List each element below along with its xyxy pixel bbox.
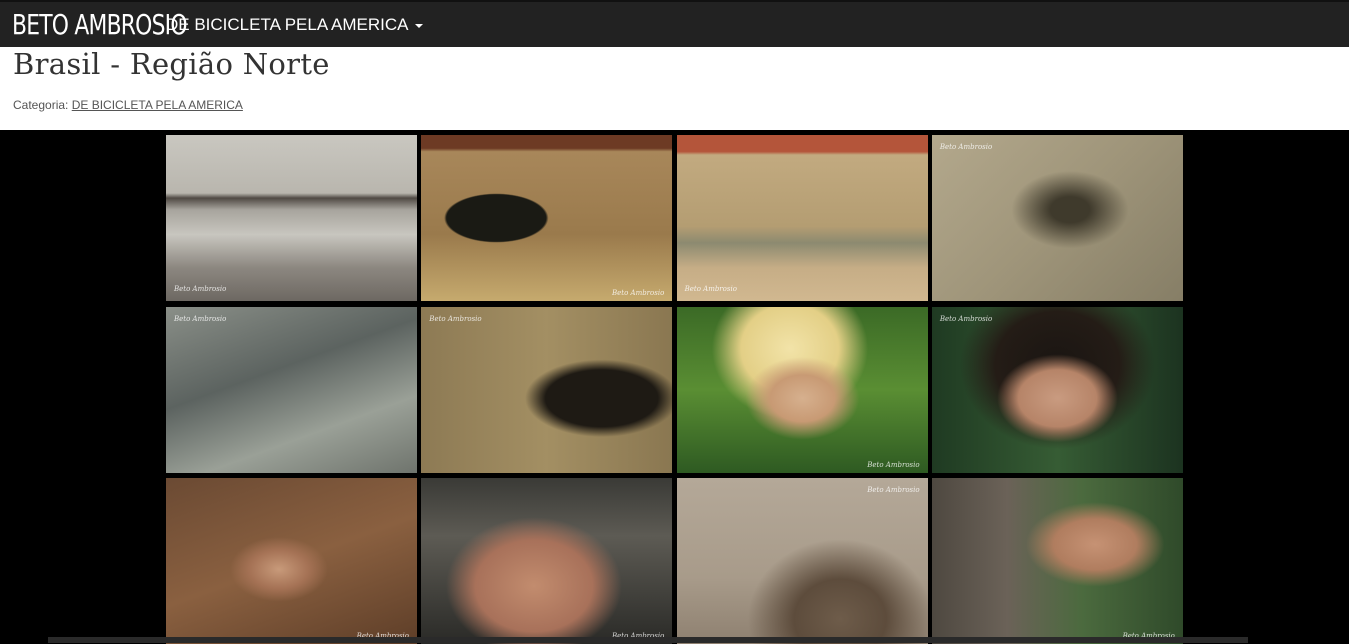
page-title: Brasil - Região Norte (13, 47, 330, 81)
category-dropdown[interactable]: DE BICICLETA PELA AMERICA (166, 15, 423, 35)
photo-canoes-on-river[interactable]: Beto Ambrosio (931, 135, 1183, 301)
photo-signature: Beto Ambrosio (867, 486, 920, 494)
category-label: Categoria: (13, 98, 69, 112)
photo-woman-at-window[interactable]: Beto Ambrosio (421, 135, 673, 301)
photo-child-on-sand[interactable]: Beto Ambrosio (676, 478, 928, 644)
photo-signature: Beto Ambrosio (174, 285, 227, 293)
photo-signature: Beto Ambrosio (611, 289, 665, 297)
top-navbar: BETO AMBROSIO DE BICICLETA PELA AMERICA (0, 0, 1349, 47)
photo-gallery: Beto Ambrosio Beto Ambrosio Beto Ambrosi… (166, 135, 1183, 644)
horizontal-scrollbar[interactable] (48, 637, 1248, 643)
photo-signature: Beto Ambrosio (684, 285, 737, 293)
page-header: Brasil - Região Norte Categoria: DE BICI… (0, 47, 1349, 130)
photo-signature: Beto Ambrosio (174, 314, 227, 323)
photo-girl-at-fence[interactable]: Beto Ambrosio (931, 478, 1183, 644)
photo-children-at-doorway[interactable]: Beto Ambrosio (421, 306, 673, 473)
category-dropdown-label: DE BICICLETA PELA AMERICA (166, 14, 409, 34)
photo-family-at-mud-house[interactable]: Beto Ambrosio (676, 135, 928, 301)
photo-signature: Beto Ambrosio (429, 314, 482, 323)
photo-boy-in-mangrove[interactable]: Beto Ambrosio (166, 306, 417, 473)
category-line: Categoria: DE BICICLETA PELA AMERICA (13, 98, 243, 112)
caret-down-icon (414, 23, 423, 28)
photo-blond-boy-portrait[interactable]: Beto Ambrosio (676, 306, 928, 473)
photo-girl-with-wet-hair[interactable]: Beto Ambrosio (931, 306, 1183, 473)
category-link[interactable]: DE BICICLETA PELA AMERICA (72, 98, 243, 112)
photo-beach-landscape[interactable]: Beto Ambrosio (166, 135, 417, 301)
photo-signature: Beto Ambrosio (939, 143, 993, 151)
photo-signature: Beto Ambrosio (939, 314, 993, 323)
brand-logo[interactable]: BETO AMBROSIO (12, 8, 188, 41)
photo-child-in-river[interactable]: Beto Ambrosio (166, 478, 417, 644)
photo-family-selfie[interactable]: Beto Ambrosio (421, 478, 673, 644)
photo-signature: Beto Ambrosio (867, 460, 920, 469)
